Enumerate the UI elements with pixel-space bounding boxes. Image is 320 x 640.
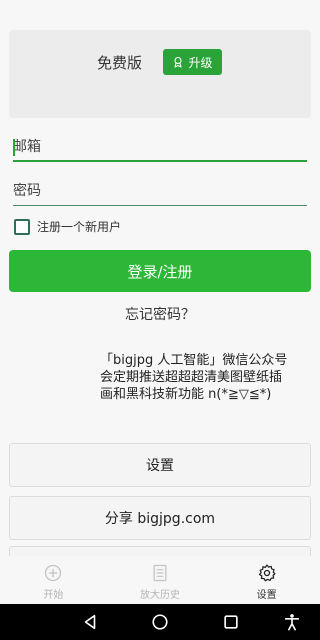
email-field[interactable] [13, 136, 307, 158]
nav-label-start: 开始 [43, 590, 64, 601]
settings-button[interactable]: 设置 [9, 443, 311, 487]
back-icon[interactable] [81, 613, 99, 631]
nav-label-settings: 设置 [256, 590, 277, 601]
login-register-button[interactable]: 登录/注册 [9, 250, 311, 292]
promo-text: 「bigjpg 人工智能」微信公众号 会定期推送超超超清美图壁纸插 画和黑科技新… [100, 352, 318, 403]
forgot-password-link[interactable]: 忘记密码？ [0, 304, 320, 324]
register-checkbox[interactable] [14, 218, 30, 235]
nav-item-start[interactable]: 开始 [0, 556, 107, 604]
password-field[interactable] [13, 180, 307, 202]
home-icon[interactable] [151, 613, 169, 631]
plus-circle-icon [45, 564, 62, 582]
promo-line-2: 会定期推送超超超清美图壁纸插 [100, 370, 283, 385]
register-checkbox-label: 注册一个新用户 [37, 220, 122, 234]
document-icon [153, 564, 167, 582]
password-field-wrapper [13, 180, 307, 206]
accessibility-icon[interactable] [283, 613, 301, 631]
plan-label: 免费版 [97, 54, 143, 72]
system-nav-bar [0, 604, 320, 640]
share-button[interactable]: 分享 bigjpg.com [9, 496, 311, 540]
nav-item-history[interactable]: 放大历史 [107, 556, 214, 604]
register-checkbox-row[interactable]: 注册一个新用户 [14, 218, 121, 235]
nav-label-history: 放大历史 [140, 590, 180, 601]
email-field-wrapper [13, 136, 307, 162]
medal-icon [174, 56, 183, 68]
bottom-nav: 开始 放大历史 设置 [0, 556, 320, 604]
nav-item-settings[interactable]: 设置 [213, 556, 320, 604]
promo-line-1: 「bigjpg 人工智能」微信公众号 [100, 353, 288, 368]
text-caret [13, 139, 15, 156]
promo-line-3: 画和黑科技新功能 n(*≧▽≦*) [100, 387, 272, 402]
plan-card [9, 30, 311, 118]
upgrade-button[interactable]: 升级 [163, 49, 222, 75]
upgrade-label: 升级 [188, 55, 213, 70]
recents-icon[interactable] [222, 613, 240, 631]
gear-icon [258, 564, 276, 582]
